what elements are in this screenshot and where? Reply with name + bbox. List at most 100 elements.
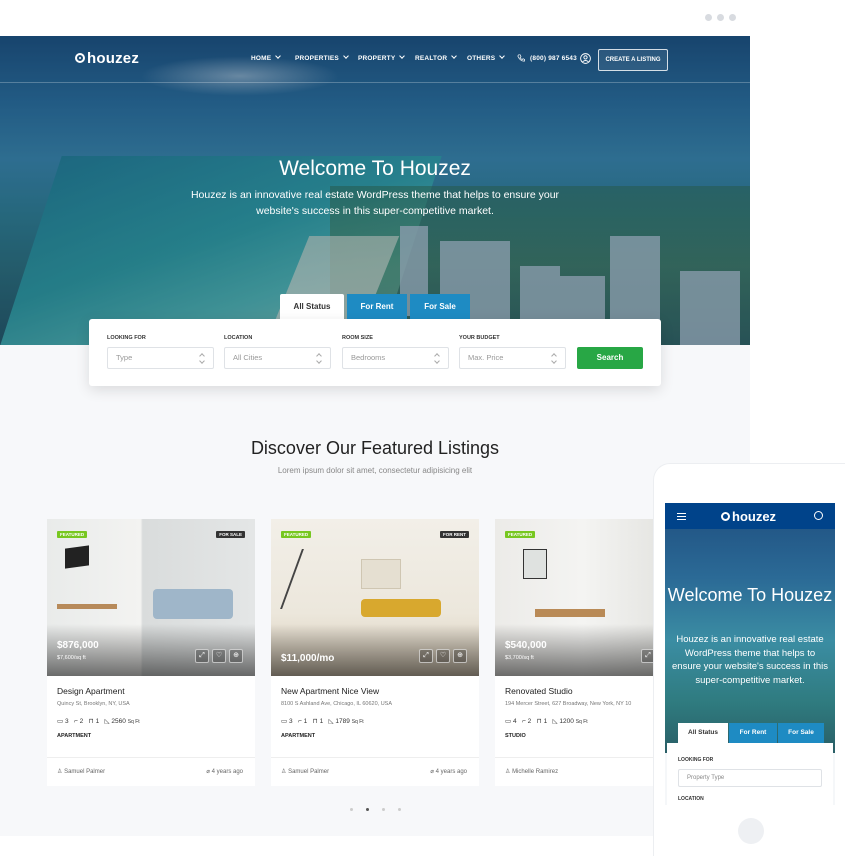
nav-item-properties[interactable]: PROPERTIES [295, 53, 349, 62]
status-badge: FOR RENT [440, 531, 469, 538]
listing-card[interactable]: FEATURED FOR SALE $876,000 $7,600/sq ft … [47, 519, 255, 786]
expand-icon[interactable]: ⤢ [641, 649, 655, 663]
user-icon: ♙ [505, 769, 511, 775]
chevron-down-icon [275, 53, 282, 59]
wall-art [65, 545, 89, 569]
listing-title[interactable]: Renovated Studio [505, 686, 573, 696]
listing-card[interactable]: FEATURED $540,000 $3,700/sq ft ⤢ Renovat… [495, 519, 655, 786]
window-dot-icon [705, 14, 712, 21]
listing-photo[interactable]: FEATURED FOR RENT $11,000/mo ⤢ ♡ ⊕ [271, 519, 479, 676]
listing-type: APARTMENT [281, 733, 316, 739]
window-dot-icon [717, 14, 724, 21]
location-pin-icon [721, 512, 730, 521]
garage-icon: ⊓ [88, 718, 94, 725]
mobile-hero-subtitle: Houzez is an innovative real estate Word… [672, 634, 828, 686]
location-select[interactable]: All Cities [224, 347, 331, 369]
user-account-icon[interactable] [814, 511, 823, 520]
tab-for-rent[interactable]: For Rent [347, 294, 407, 320]
pager-dot-active[interactable] [366, 808, 369, 811]
mobile-property-type-select[interactable]: Property Type [678, 769, 822, 787]
mobile-screen: houzez Welcome To Houzez Houzez is an in… [665, 503, 835, 805]
mobile-tab-for-sale[interactable]: For Sale [778, 723, 824, 743]
create-listing-button[interactable]: CREATE A LISTING [598, 49, 668, 71]
listing-agent[interactable]: ♙ Michelle Ramirez [505, 768, 558, 775]
listing-price: $876,000 [57, 640, 99, 651]
status-badge: FOR SALE [216, 531, 245, 538]
bath-icon: ⌐ [522, 718, 526, 725]
paperclip-icon: ⌀ [430, 769, 434, 775]
phone-link[interactable]: (800) 987 6543 [517, 54, 577, 62]
bedrooms-select[interactable]: Bedrooms [342, 347, 449, 369]
tab-all-status[interactable]: All Status [280, 294, 344, 320]
type-select[interactable]: Type [107, 347, 214, 369]
wall-decor [280, 549, 362, 609]
site-logo[interactable]: houzez [75, 50, 139, 67]
compare-icon[interactable]: ⊕ [229, 649, 243, 663]
favorite-icon[interactable]: ♡ [436, 649, 450, 663]
nav-item-others[interactable]: OTHERS [467, 53, 506, 62]
listing-photo[interactable]: FEATURED $540,000 $3,700/sq ft ⤢ [495, 519, 655, 676]
area-icon: ◺ [104, 718, 110, 725]
compare-icon[interactable]: ⊕ [453, 649, 467, 663]
paperclip-icon: ⌀ [206, 769, 210, 775]
bed-icon: ▭ [57, 718, 64, 725]
search-panel: LOOKING FOR Type LOCATION All Cities ROO… [89, 319, 661, 386]
price-per-sqft: $7,600/sq ft [57, 655, 86, 661]
bed-icon: ▭ [281, 718, 288, 725]
listing-agent[interactable]: ♙ Samuel Palmer [281, 768, 329, 775]
mobile-home-button[interactable] [738, 818, 764, 844]
hero-subtitle: Houzez is an innovative real estate Word… [190, 189, 560, 217]
listing-meta: ▭ 3 ⌐ 2 ⊓ 1 ◺ 2560 Sq Ft [57, 718, 140, 725]
card-divider [271, 757, 479, 758]
garage-icon: ⊓ [312, 718, 318, 725]
featured-title: Discover Our Featured Listings [250, 438, 500, 458]
expand-icon[interactable]: ⤢ [195, 649, 209, 663]
select-arrows-icon [552, 354, 557, 363]
mobile-hero [665, 503, 835, 753]
listing-title[interactable]: New Apartment Nice View [281, 686, 379, 696]
nav-item-home[interactable]: HOME [251, 53, 282, 62]
expand-icon[interactable]: ⤢ [419, 649, 433, 663]
bath-icon: ⌐ [74, 718, 78, 725]
chevron-down-icon [499, 53, 506, 59]
chevron-down-icon [451, 53, 458, 59]
tab-for-sale[interactable]: For Sale [410, 294, 470, 320]
listing-meta: ▭ 4 ⌐ 2 ⊓ 1 ◺ 1200 Sq Ft [505, 718, 588, 725]
pager-dot[interactable] [382, 808, 385, 811]
listing-title[interactable]: Design Apartment [57, 686, 125, 696]
listing-card[interactable]: FEATURED FOR RENT $11,000/mo ⤢ ♡ ⊕ New A… [271, 519, 479, 786]
listing-agent[interactable]: ♙ Samuel Palmer [57, 768, 105, 775]
mobile-logo[interactable]: houzez [721, 509, 776, 524]
table [535, 609, 605, 617]
garage-icon: ⊓ [536, 718, 542, 725]
nav-divider [0, 82, 750, 83]
pager-dot[interactable] [398, 808, 401, 811]
listing-address: Quincy St, Brooklyn, NY, USA [57, 701, 130, 707]
room-size-label: ROOM SIZE [342, 335, 373, 341]
max-price-select[interactable]: Max. Price [459, 347, 566, 369]
listing-date: ⌀ 4 years ago [206, 769, 243, 775]
search-button[interactable]: Search [577, 347, 643, 369]
favorite-icon[interactable]: ♡ [212, 649, 226, 663]
mobile-hero-title: Welcome To Houzez [667, 585, 833, 605]
shelf [361, 559, 401, 589]
card-divider [495, 757, 655, 758]
hero-title: Welcome To Houzez [279, 157, 471, 180]
looking-for-label: LOOKING FOR [107, 335, 146, 341]
mobile-tab-for-rent[interactable]: For Rent [729, 723, 777, 743]
listing-photo[interactable]: FEATURED FOR SALE $876,000 $7,600/sq ft … [47, 519, 255, 676]
mobile-location-label: LOCATION [678, 796, 704, 802]
user-account-icon[interactable] [580, 53, 591, 64]
listing-address: 194 Mercer Street, 627 Broadway, New Yor… [505, 701, 632, 707]
pager-dot[interactable] [350, 808, 353, 811]
hamburger-menu-icon[interactable] [677, 513, 686, 520]
featured-badge: FEATURED [57, 531, 88, 538]
mobile-tab-all-status[interactable]: All Status [678, 723, 728, 743]
select-arrows-icon [435, 354, 440, 363]
nav-item-realtor[interactable]: REALTOR [415, 53, 458, 62]
mobile-navbar: houzez [665, 503, 835, 529]
featured-subtitle: Lorem ipsum dolor sit amet, consectetur … [277, 466, 473, 475]
select-arrows-icon [200, 354, 205, 363]
card-divider [47, 757, 255, 758]
nav-item-property[interactable]: PROPERTY [358, 53, 406, 62]
